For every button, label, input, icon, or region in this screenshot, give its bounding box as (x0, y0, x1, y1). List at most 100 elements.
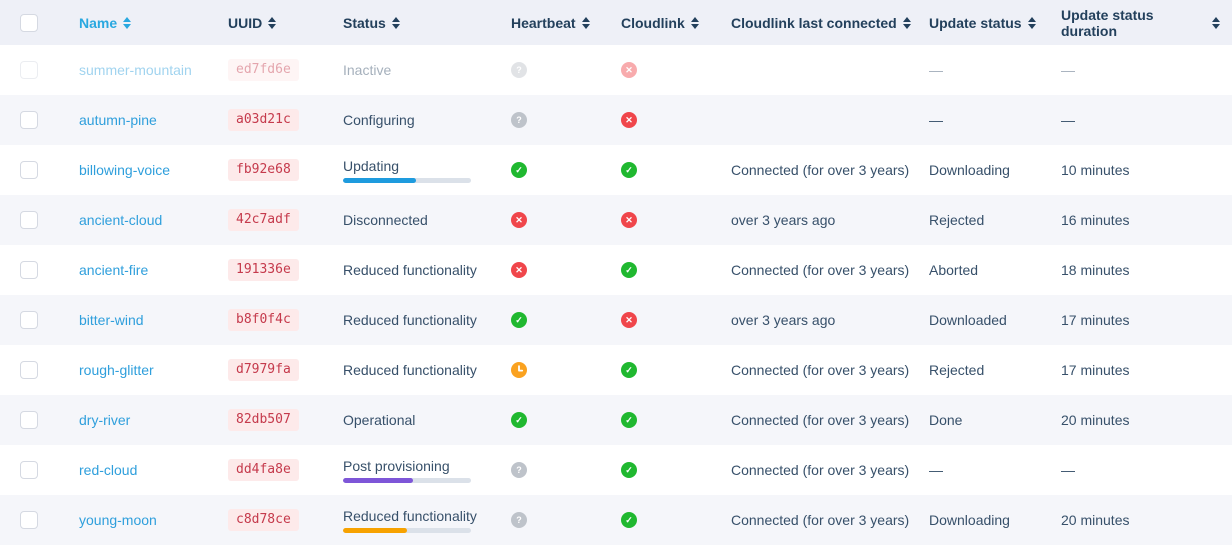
column-label: Heartbeat (511, 15, 576, 31)
device-name-link[interactable]: ancient-fire (79, 262, 148, 278)
update-duration-text: 17 minutes (1061, 312, 1129, 328)
status-text: Configuring (343, 112, 415, 128)
uuid-badge: a03d21c (228, 109, 299, 131)
column-header-name[interactable]: Name (79, 15, 228, 31)
column-header-update[interactable]: Update status (929, 15, 1061, 31)
table-row-young-moon: young-moon c8d78ce Reduced functionality… (0, 495, 1232, 545)
update-duration-text: 18 minutes (1061, 262, 1129, 278)
column-header-duration[interactable]: Update status duration (1061, 7, 1232, 39)
last-connected-text: over 3 years ago (731, 312, 835, 328)
clock-circle-icon (511, 362, 527, 378)
column-header-uuid[interactable]: UUID (228, 15, 343, 31)
column-header-status[interactable]: Status (343, 15, 511, 31)
last-connected-text: Connected (for over 3 years) (731, 262, 909, 278)
device-name-link[interactable]: autumn-pine (79, 112, 157, 128)
status-text: Disconnected (343, 212, 428, 228)
status-progress-bar (343, 528, 471, 533)
device-name-link[interactable]: rough-glitter (79, 362, 154, 378)
status-text: Post provisioning (343, 458, 471, 474)
column-label: Update status (929, 15, 1022, 31)
cloudlink-cell: ✓ (621, 462, 731, 478)
last-connected-text: Connected (for over 3 years) (731, 412, 909, 428)
column-header-heartbeat[interactable]: Heartbeat (511, 15, 621, 31)
heartbeat-cell: ? (511, 512, 621, 528)
row-checkbox[interactable] (20, 61, 38, 79)
uuid-badge: 191336e (228, 259, 299, 281)
uuid-badge: 82db507 (228, 409, 299, 431)
uuid-badge: fb92e68 (228, 159, 299, 181)
update-status-text: Downloaded (929, 312, 1007, 328)
column-header-cloudlink[interactable]: Cloudlink (621, 15, 731, 31)
status-text: Reduced functionality (343, 312, 477, 328)
update-status-text: — (929, 62, 943, 78)
uuid-badge: c8d78ce (228, 509, 299, 531)
update-status-text: Downloading (929, 512, 1010, 528)
heartbeat-cell: ✓ (511, 412, 621, 428)
x-circle-icon: ✕ (621, 312, 637, 328)
status-progress-bar (343, 178, 471, 183)
row-checkbox[interactable] (20, 411, 38, 429)
device-name-link[interactable]: bitter-wind (79, 312, 144, 328)
update-duration-text: 20 minutes (1061, 512, 1129, 528)
row-checkbox[interactable] (20, 461, 38, 479)
device-name-link[interactable]: billowing-voice (79, 162, 170, 178)
cloudlink-cell: ✕ (621, 312, 731, 328)
table-row-autumn-pine: autumn-pine a03d21c Configuring ? ✕ — — (0, 95, 1232, 145)
row-checkbox[interactable] (20, 511, 38, 529)
x-circle-icon: ✕ (621, 112, 637, 128)
heartbeat-cell: ✓ (511, 162, 621, 178)
cloudlink-cell: ✕ (621, 112, 731, 128)
sort-icon (1212, 17, 1220, 29)
column-label: Status (343, 15, 386, 31)
update-duration-text: 10 minutes (1061, 162, 1129, 178)
devices-table: Name UUID Status Heartbeat Cloudlink Clo… (0, 0, 1232, 545)
cloudlink-cell: ✕ (621, 62, 731, 78)
last-connected-text: Connected (for over 3 years) (731, 462, 909, 478)
status-text: Reduced functionality (343, 262, 477, 278)
check-circle-icon: ✓ (621, 362, 637, 378)
check-circle-icon: ✓ (621, 462, 637, 478)
update-status-text: Rejected (929, 212, 984, 228)
heartbeat-cell: ? (511, 112, 621, 128)
sort-icon (123, 17, 131, 29)
device-name-link[interactable]: summer-mountain (79, 62, 192, 78)
table-row-rough-glitter: rough-glitter d7979fa Reduced functional… (0, 345, 1232, 395)
cloudlink-cell: ✓ (621, 162, 731, 178)
row-checkbox[interactable] (20, 311, 38, 329)
table-row-ancient-fire: ancient-fire 191336e Reduced functionali… (0, 245, 1232, 295)
row-checkbox[interactable] (20, 361, 38, 379)
device-name-link[interactable]: dry-river (79, 412, 130, 428)
uuid-badge: ed7fd6e (228, 59, 299, 81)
update-duration-text: 16 minutes (1061, 212, 1129, 228)
column-header-connected[interactable]: Cloudlink last connected (731, 15, 929, 31)
select-all-checkbox[interactable] (20, 14, 38, 32)
last-connected-text: Connected (for over 3 years) (731, 512, 909, 528)
update-status-text: Downloading (929, 162, 1010, 178)
check-circle-icon: ✓ (621, 512, 637, 528)
question-circle-icon: ? (511, 512, 527, 528)
row-checkbox[interactable] (20, 161, 38, 179)
row-checkbox[interactable] (20, 261, 38, 279)
sort-icon (392, 17, 400, 29)
question-circle-icon: ? (511, 62, 527, 78)
row-checkbox[interactable] (20, 111, 38, 129)
heartbeat-cell: ? (511, 462, 621, 478)
table-header: Name UUID Status Heartbeat Cloudlink Clo… (0, 0, 1232, 45)
last-connected-text: Connected (for over 3 years) (731, 362, 909, 378)
status-progress-bar (343, 478, 471, 483)
row-checkbox[interactable] (20, 211, 38, 229)
check-circle-icon: ✓ (511, 412, 527, 428)
x-circle-icon: ✕ (511, 262, 527, 278)
cloudlink-cell: ✓ (621, 512, 731, 528)
status-text: Reduced functionality (343, 508, 477, 524)
device-name-link[interactable]: ancient-cloud (79, 212, 162, 228)
device-name-link[interactable]: young-moon (79, 512, 157, 528)
update-duration-text: — (1061, 62, 1075, 78)
heartbeat-cell: ? (511, 62, 621, 78)
heartbeat-cell: ✓ (511, 312, 621, 328)
check-circle-icon: ✓ (511, 162, 527, 178)
device-name-link[interactable]: red-cloud (79, 462, 137, 478)
check-circle-icon: ✓ (621, 162, 637, 178)
heartbeat-cell (511, 362, 621, 378)
sort-icon (691, 17, 699, 29)
